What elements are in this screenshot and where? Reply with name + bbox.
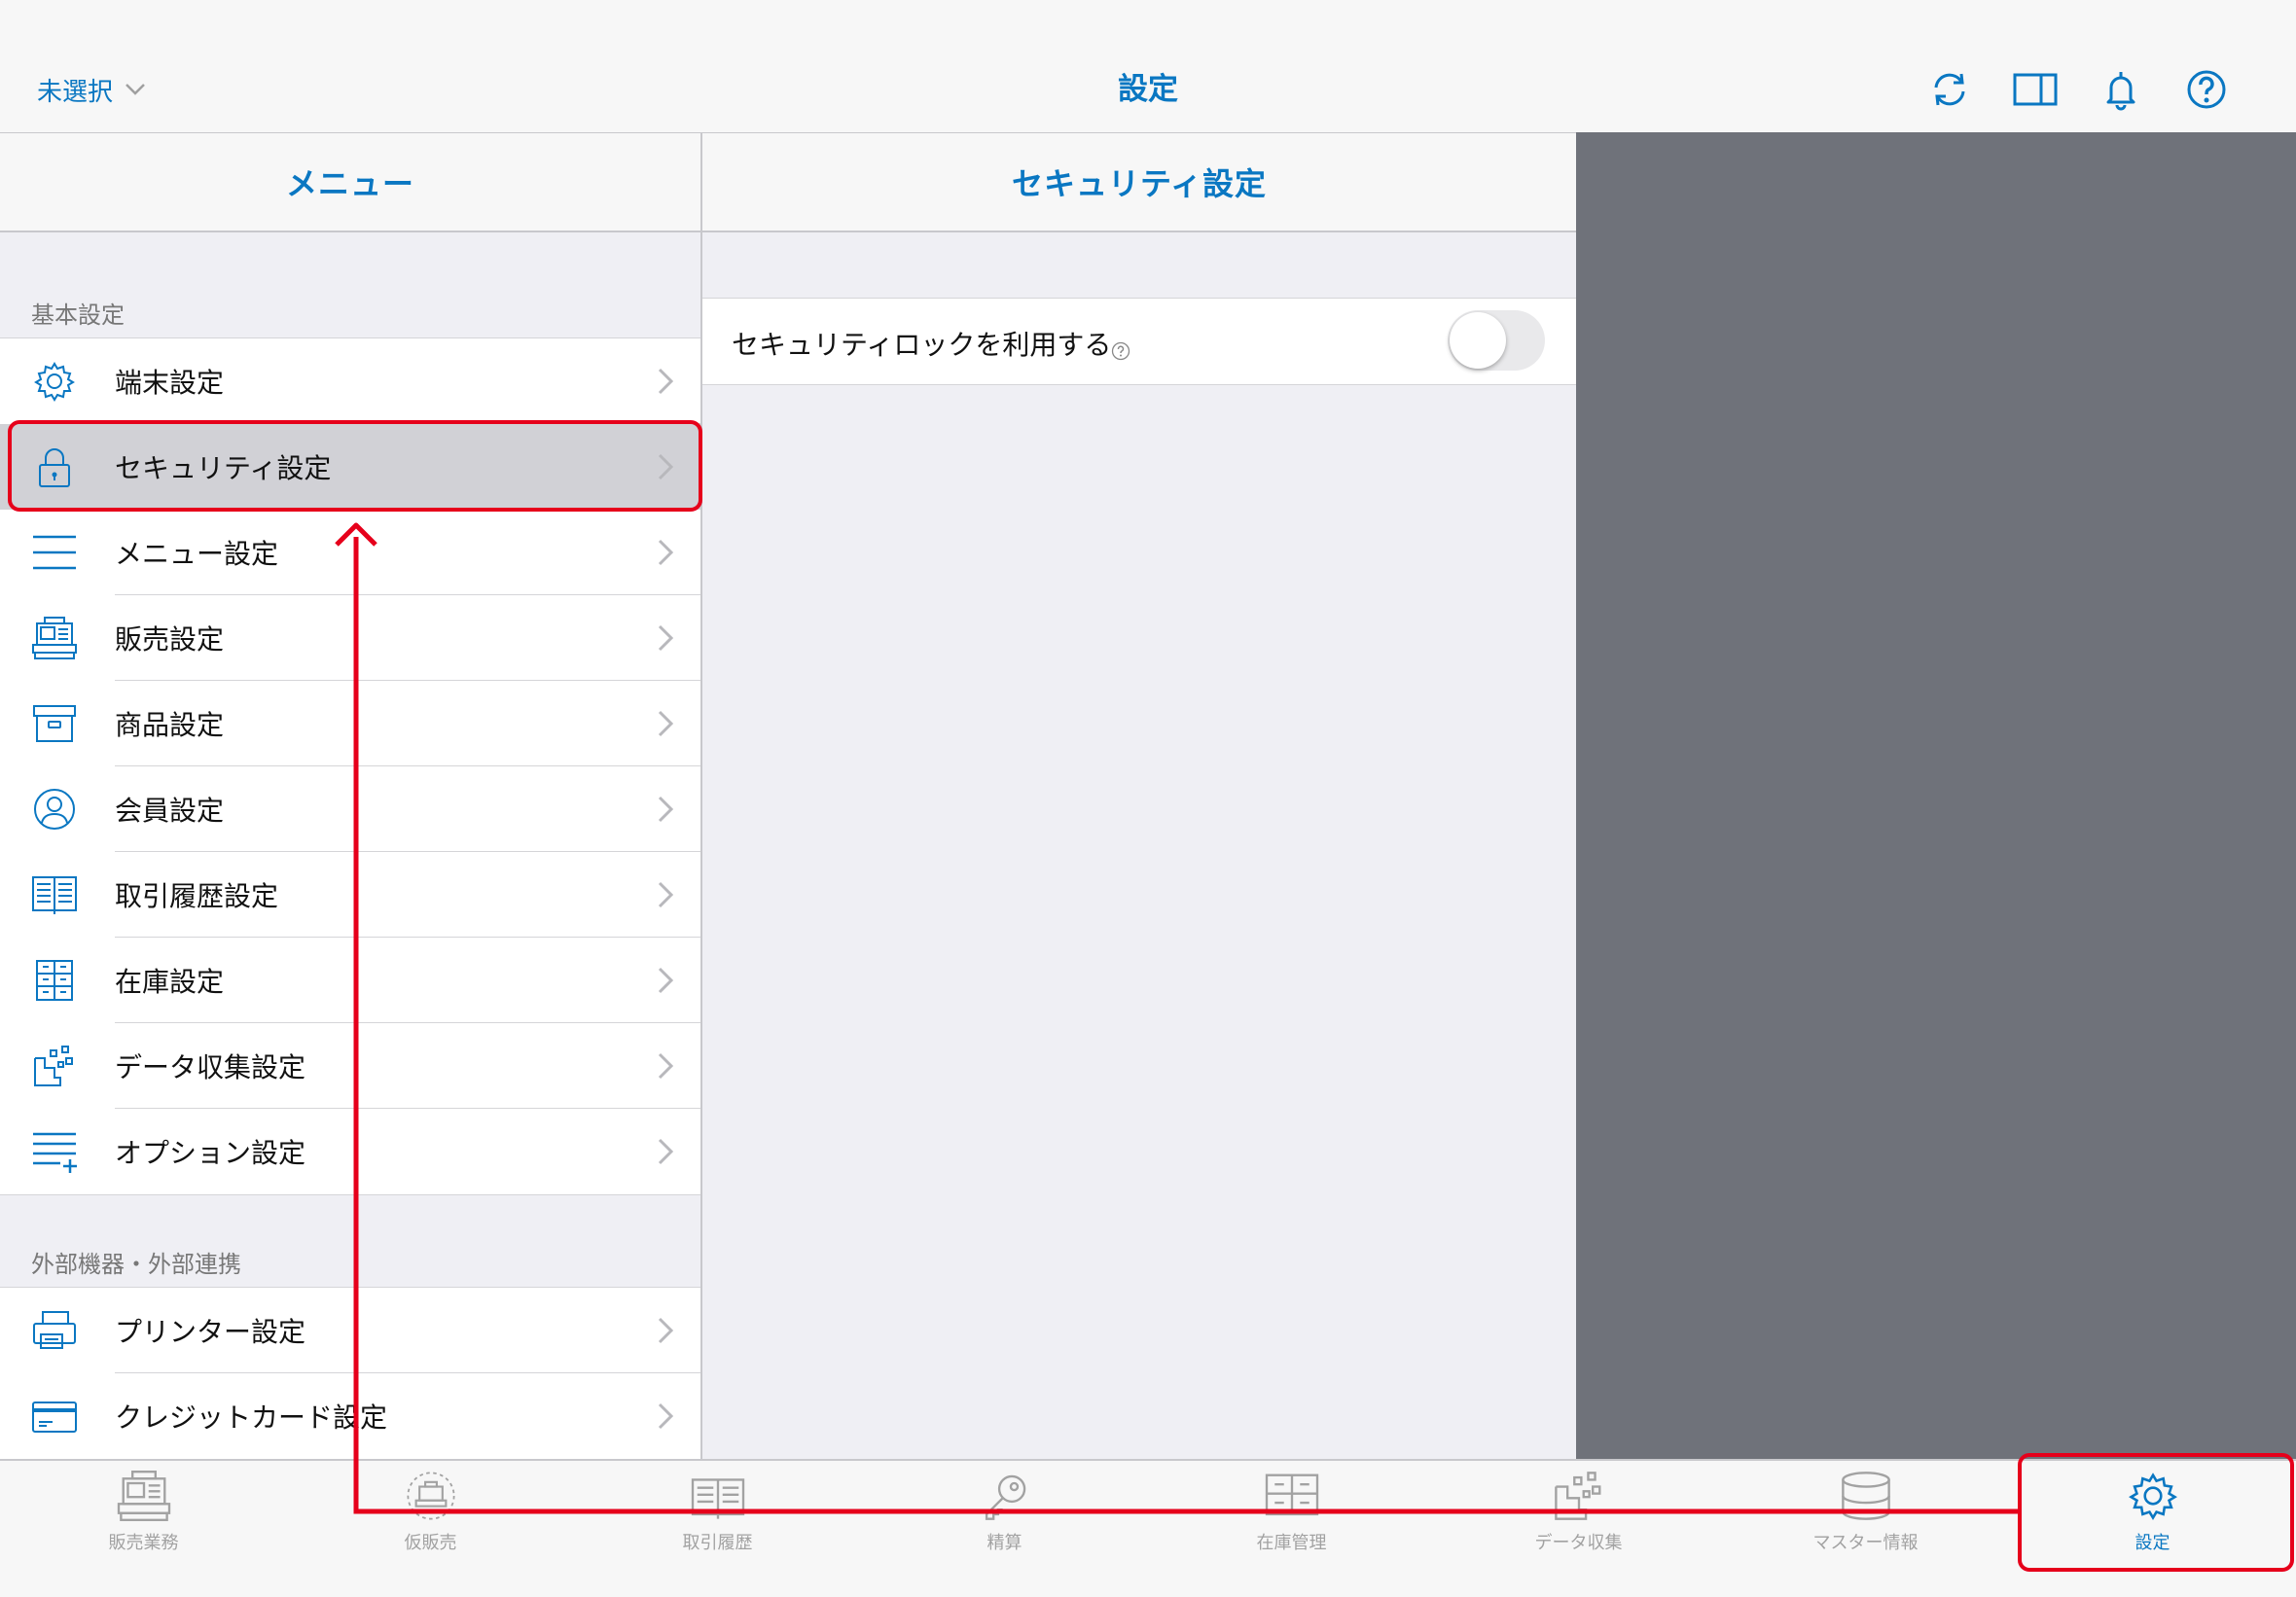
data-collect-icon <box>31 1045 78 1087</box>
book-icon <box>31 873 78 916</box>
key-icon <box>985 1474 1025 1520</box>
user-icon <box>31 788 78 831</box>
bell-icon <box>2106 72 2135 111</box>
chevron-right-icon <box>658 710 673 737</box>
menu-item-label: 端末設定 <box>115 367 225 399</box>
menu-item-label: 会員設定 <box>115 795 225 827</box>
tab-label: 販売業務 <box>108 1533 179 1553</box>
split-view-icon <box>2013 73 2058 106</box>
toggle-knob <box>1450 312 1506 369</box>
section-label-external: 外部機器・外部連携 <box>31 1251 241 1278</box>
tab-sales[interactable]: 販売業務 <box>0 1471 287 1587</box>
security-lock-label: セキュリティロックを利用する <box>732 329 1112 361</box>
refresh-icon <box>1934 73 1965 106</box>
menu-item-label: プリンター設定 <box>115 1316 306 1348</box>
tab-label: マスター情報 <box>1812 1533 1919 1553</box>
tab-transaction-history[interactable]: 取引履歴 <box>574 1471 861 1587</box>
menu-item-printer-settings[interactable]: プリンター設定 <box>0 1288 700 1373</box>
menu-item-security-settings[interactable]: セキュリティ設定 <box>0 424 700 510</box>
chevron-right-icon <box>658 624 673 652</box>
empty-pane <box>1576 132 2296 1459</box>
chevron-right-icon <box>658 881 673 908</box>
chevron-right-icon <box>658 967 673 994</box>
book-icon <box>691 1478 744 1519</box>
chevron-right-icon <box>658 368 673 395</box>
chevron-right-icon <box>658 796 673 823</box>
menu-item-label: 在庫設定 <box>115 966 225 998</box>
menu-lines-icon <box>31 531 78 574</box>
register-icon <box>31 617 78 659</box>
menu-panel: メニュー 基本設定 端末設定 セキュリティ設定 メニュー設定 販売設定 商品設定… <box>0 132 702 1459</box>
menu-item-menu-settings[interactable]: メニュー設定 <box>0 510 700 595</box>
menu-item-option-settings[interactable]: オプション設定 <box>0 1109 700 1194</box>
menu-item-transaction-history-settings[interactable]: 取引履歴設定 <box>0 852 700 938</box>
chevron-right-icon <box>658 1052 673 1080</box>
gear-icon <box>2128 1473 2177 1520</box>
menu-item-inventory-settings[interactable]: 在庫設定 <box>0 938 700 1023</box>
refresh-button[interactable] <box>1926 66 1973 113</box>
detail-panel: セキュリティ設定 セキュリティロックを利用する <box>702 132 1577 1459</box>
printer-icon <box>31 1309 78 1352</box>
tab-label: データ収集 <box>1534 1533 1623 1553</box>
tab-label: 取引履歴 <box>682 1533 753 1553</box>
chevron-right-icon <box>658 453 673 480</box>
help-button[interactable] <box>2183 66 2230 113</box>
tab-data-collection[interactable]: データ収集 <box>1435 1471 1722 1587</box>
data-collect-icon <box>1554 1472 1600 1520</box>
tab-settings[interactable]: 設定 <box>2009 1471 2296 1587</box>
menu-item-sales-settings[interactable]: 販売設定 <box>0 595 700 681</box>
menu-plus-icon <box>31 1130 78 1173</box>
chevron-right-icon <box>658 539 673 566</box>
menu-item-data-collection-settings[interactable]: データ収集設定 <box>0 1023 700 1109</box>
database-icon <box>1841 1472 1890 1520</box>
register-icon <box>117 1471 170 1521</box>
menu-item-label: セキュリティ設定 <box>115 452 332 484</box>
menu-item-member-settings[interactable]: 会員設定 <box>0 766 700 852</box>
tab-bar: 販売業務 仮販売 取引履歴 精算 在庫管理 データ収集 マスター情報 設定 <box>0 1459 2296 1597</box>
chevron-right-icon <box>658 1138 673 1165</box>
menu-item-credit-card-settings[interactable]: クレジットカード設定 <box>0 1373 700 1459</box>
section-label-basic: 基本設定 <box>31 302 125 329</box>
tab-label: 仮販売 <box>404 1533 457 1553</box>
external-settings-list: プリンター設定 クレジットカード設定 <box>0 1287 700 1459</box>
help-icon <box>2187 70 2226 109</box>
notification-button[interactable] <box>2098 66 2144 113</box>
menu-item-product-settings[interactable]: 商品設定 <box>0 681 700 766</box>
drawers-icon <box>1265 1473 1318 1516</box>
box-icon <box>31 702 78 745</box>
tab-temp-sale[interactable]: 仮販売 <box>287 1471 574 1587</box>
menu-item-label: クレジットカード設定 <box>115 1402 388 1434</box>
menu-item-label: 販売設定 <box>115 623 225 656</box>
menu-item-label: オプション設定 <box>115 1137 306 1169</box>
help-icon[interactable] <box>1111 341 1130 361</box>
security-lock-row: セキュリティロックを利用する <box>702 298 1576 385</box>
chevron-right-icon <box>658 1317 673 1344</box>
split-view-button[interactable] <box>2012 66 2059 113</box>
tab-label: 精算 <box>987 1533 1022 1553</box>
menu-item-label: 商品設定 <box>115 709 225 741</box>
menu-item-label: メニュー設定 <box>115 538 279 570</box>
menu-item-device-settings[interactable]: 端末設定 <box>0 338 700 424</box>
drawers-icon <box>31 959 78 1002</box>
tab-label: 在庫管理 <box>1256 1533 1327 1553</box>
temp-sale-icon <box>406 1472 455 1520</box>
tab-label: 設定 <box>2135 1533 2170 1553</box>
lock-icon <box>31 445 78 488</box>
detail-panel-title: セキュリティ設定 <box>702 132 1576 232</box>
card-icon <box>31 1395 78 1437</box>
menu-panel-title: メニュー <box>0 132 700 232</box>
menu-item-label: 取引履歴設定 <box>115 880 279 912</box>
tab-settlement[interactable]: 精算 <box>861 1471 1148 1587</box>
chevron-right-icon <box>658 1402 673 1430</box>
menu-item-label: データ収集設定 <box>115 1051 306 1083</box>
security-lock-toggle[interactable] <box>1448 310 1545 371</box>
tab-master-info[interactable]: マスター情報 <box>1722 1471 2009 1587</box>
gear-icon <box>31 360 78 403</box>
tab-inventory[interactable]: 在庫管理 <box>1148 1471 1435 1587</box>
basic-settings-list: 端末設定 セキュリティ設定 メニュー設定 販売設定 商品設定 会員設定 取引履歴… <box>0 337 700 1195</box>
